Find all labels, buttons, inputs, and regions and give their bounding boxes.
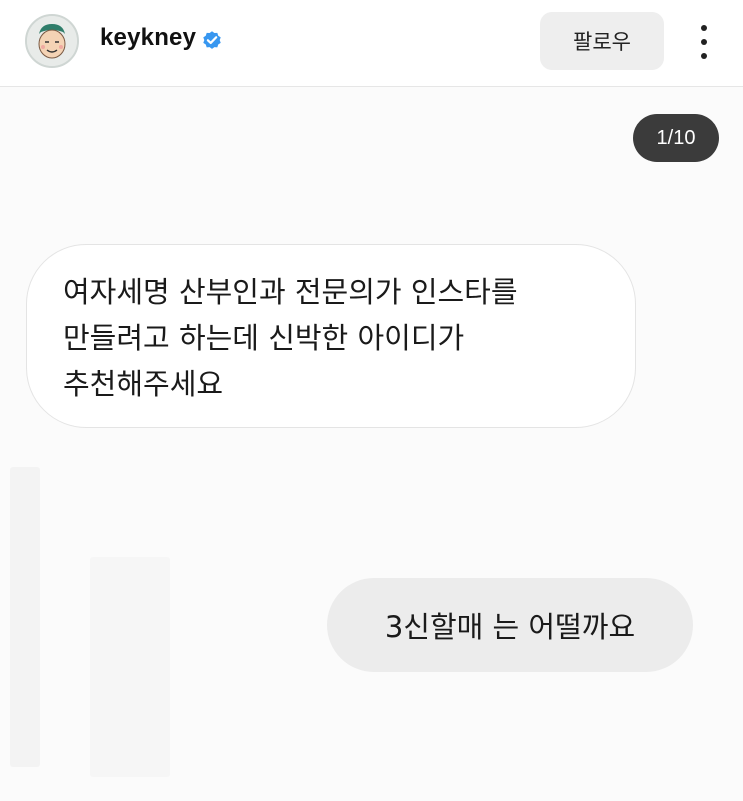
more-options-icon[interactable] [690, 22, 718, 62]
background-artifact [90, 557, 170, 777]
verified-badge-icon [203, 31, 221, 49]
message-bubble-right: 3신할매 는 어떨까요 [327, 578, 693, 672]
page-counter: 1/10 [633, 114, 719, 162]
message-text: 3신할매 는 어떨까요 [384, 610, 636, 644]
avatar-face-icon [27, 16, 77, 66]
post-image-area[interactable] [0, 87, 743, 801]
profile-avatar[interactable] [25, 14, 79, 68]
message-text: 여자세명 산부인과 전문의가 인스타를 만들려고 하는데 신박한 아이디가 추천… [63, 275, 518, 401]
message-bubble-left: 여자세명 산부인과 전문의가 인스타를 만들려고 하는데 신박한 아이디가 추천… [26, 244, 636, 428]
more-dot [701, 53, 707, 59]
username[interactable]: keykney [100, 24, 196, 52]
post-header: keykney 팔로우 [0, 0, 743, 87]
follow-button[interactable]: 팔로우 [540, 12, 664, 70]
background-artifact [10, 467, 40, 767]
more-dot [701, 39, 707, 45]
more-dot [701, 25, 707, 31]
